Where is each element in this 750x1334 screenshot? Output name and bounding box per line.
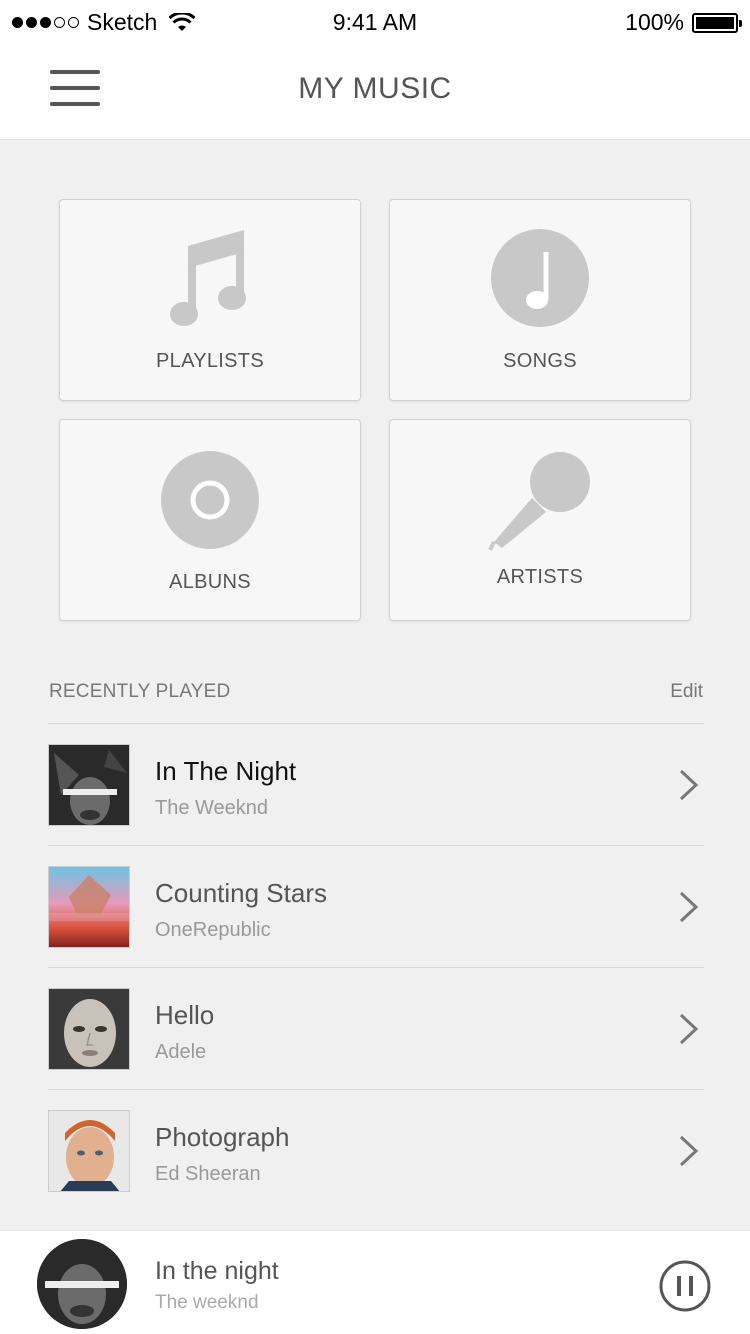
page-title: MY MUSIC: [298, 72, 452, 105]
chevron-right-icon: [679, 769, 699, 801]
now-playing-artist: The weeknd: [155, 1292, 259, 1313]
status-bar: Sketch 9:41 AM 100%: [0, 0, 750, 42]
status-right: 100%: [625, 9, 742, 36]
song-title: In The Night: [155, 756, 297, 786]
microphone-icon: [390, 450, 690, 554]
playlists-tile[interactable]: PLAYLISTS: [59, 199, 361, 401]
song-title: Hello: [155, 1000, 215, 1030]
song-title: Counting Stars: [155, 878, 327, 908]
chevron-right-icon: [679, 1013, 699, 1045]
battery-percent: 100%: [625, 9, 684, 35]
now-playing-album-art: [37, 1239, 127, 1329]
nav-bar: MY MUSIC: [0, 42, 750, 140]
list-item[interactable]: Photograph Ed Sheeran: [48, 1089, 704, 1211]
playlists-label: PLAYLISTS: [156, 350, 264, 372]
albums-tile[interactable]: ALBUNS: [59, 419, 361, 621]
album-art-thumbnail: [48, 866, 130, 948]
artist-name: OneRepublic: [155, 919, 271, 941]
chevron-right-icon: [679, 1135, 699, 1167]
song-title: Photograph: [155, 1122, 290, 1152]
now-playing-title: In the night: [155, 1257, 279, 1285]
list-item[interactable]: In The Night The Weeknd: [48, 723, 704, 845]
now-playing-bar[interactable]: In the night The weeknd: [0, 1230, 750, 1334]
edit-button[interactable]: Edit: [670, 681, 703, 703]
songs-tile[interactable]: SONGS: [389, 199, 691, 401]
recently-played-heading: RECENTLY PLAYED: [49, 681, 231, 702]
list-item[interactable]: Hello Adele: [48, 967, 704, 1089]
artist-name: Adele: [155, 1041, 207, 1063]
artist-name: The Weeknd: [155, 797, 269, 819]
artists-tile[interactable]: ARTISTS: [389, 419, 691, 621]
songs-label: SONGS: [503, 350, 577, 372]
albums-label: ALBUNS: [169, 571, 251, 593]
pause-icon[interactable]: [659, 1260, 711, 1312]
battery-icon: [692, 12, 742, 33]
chevron-right-icon: [679, 891, 699, 923]
album-art-thumbnail: [48, 744, 130, 826]
artists-label: ARTISTS: [496, 566, 584, 588]
artist-name: Ed Sheeran: [155, 1163, 261, 1185]
recently-played-list: In The Night The Weeknd Counting Stars O…: [48, 723, 704, 1211]
music-notes-icon: [60, 228, 360, 328]
music-note-circle-icon: [390, 228, 690, 328]
album-art-thumbnail: [48, 1110, 130, 1192]
album-art-thumbnail: [48, 988, 130, 1070]
list-item[interactable]: Counting Stars OneRepublic: [48, 845, 704, 967]
disc-icon: [60, 450, 360, 550]
